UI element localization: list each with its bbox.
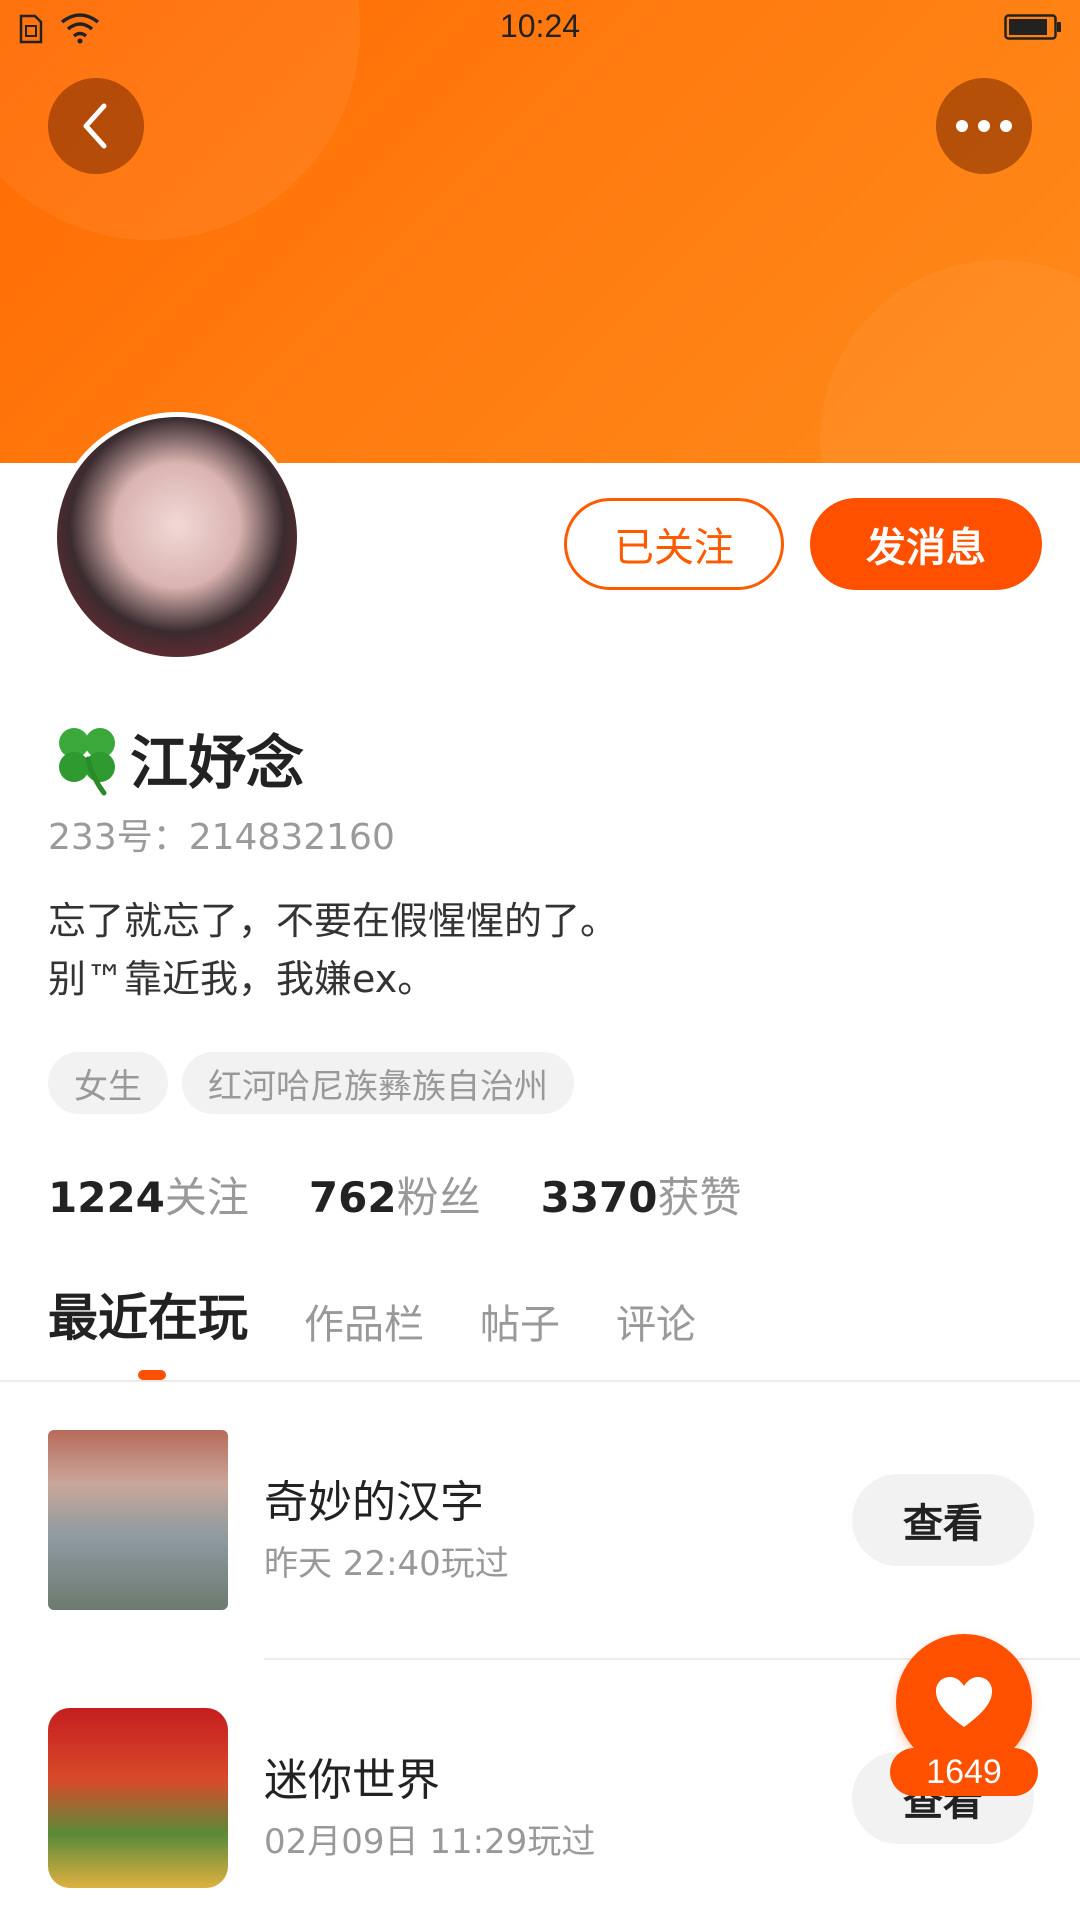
bio-line: 别™靠近我，我嫌ex。 — [48, 957, 436, 1001]
avatar-image — [57, 417, 297, 657]
more-dots-icon — [956, 120, 1012, 132]
game-title: 奇妙的汉字 — [264, 1477, 484, 1528]
tab-comments[interactable]: 评论 — [616, 1292, 696, 1350]
tab-posts[interactable]: 帖子 — [480, 1292, 560, 1350]
send-message-button[interactable]: 发消息 — [810, 498, 1042, 590]
heart-icon — [936, 1677, 992, 1727]
tab-works[interactable]: 作品栏 — [304, 1292, 424, 1350]
likes-count: 3370 — [540, 1173, 658, 1222]
profile-tabs: 最近在玩 作品栏 帖子 评论 — [48, 1280, 752, 1350]
bio-line: 忘了就忘了，不要在假惺惺的了。 — [48, 899, 619, 943]
bio: 忘了就忘了，不要在假惺惺的了。 别™靠近我，我嫌ex。 — [48, 892, 618, 1008]
fans-label: 粉丝 — [396, 1173, 481, 1222]
banner-decoration — [820, 260, 1080, 463]
fans-stat[interactable]: 762 粉丝 — [309, 1164, 481, 1225]
username-row: 江妤念 — [48, 716, 304, 800]
chevron-left-icon — [83, 103, 107, 149]
profile-stats: 1224 关注 762 粉丝 3370 获赞 — [48, 1164, 802, 1225]
following-stat[interactable]: 1224 关注 — [48, 1164, 249, 1225]
profile-tags: 女生 红河哈尼族彝族自治州 — [48, 1052, 588, 1114]
game-thumbnail — [48, 1430, 228, 1610]
profile-banner — [0, 0, 1080, 463]
like-count-badge: 1649 — [890, 1748, 1038, 1796]
gender-tag: 女生 — [48, 1052, 168, 1114]
game-thumbnail — [48, 1708, 228, 1888]
avatar[interactable] — [52, 412, 302, 662]
view-button[interactable]: 查看 — [852, 1474, 1034, 1566]
game-title: 迷你世界 — [264, 1755, 440, 1806]
battery-icon — [1004, 14, 1061, 40]
status-time: 10:24 — [499, 8, 581, 44]
divider — [0, 1380, 1080, 1382]
back-button[interactable] — [48, 78, 144, 174]
likes-label: 获赞 — [657, 1173, 742, 1222]
active-tab-indicator — [138, 1370, 166, 1380]
username: 江妤念 — [130, 729, 305, 797]
status-bar: 10:24 — [0, 0, 1080, 56]
following-count: 1224 — [48, 1173, 165, 1222]
fans-count: 762 — [308, 1173, 397, 1222]
location-tag: 红河哈尼族彝族自治州 — [182, 1052, 574, 1114]
list-item[interactable]: 奇妙的汉字 昨天 22:40玩过 查看 — [48, 1430, 1080, 1610]
followed-button[interactable]: 已关注 — [564, 498, 784, 590]
four-leaf-clover-icon — [59, 728, 115, 796]
user-id: 233号：214832160 — [48, 817, 395, 858]
last-played-time: 02月09日 11:29玩过 — [264, 1822, 596, 1862]
last-played-time: 昨天 22:40玩过 — [264, 1544, 509, 1584]
likes-stat[interactable]: 3370 获赞 — [541, 1164, 742, 1225]
more-button[interactable] — [936, 78, 1032, 174]
following-label: 关注 — [164, 1173, 249, 1222]
tab-recently-played[interactable]: 最近在玩 — [48, 1278, 248, 1350]
